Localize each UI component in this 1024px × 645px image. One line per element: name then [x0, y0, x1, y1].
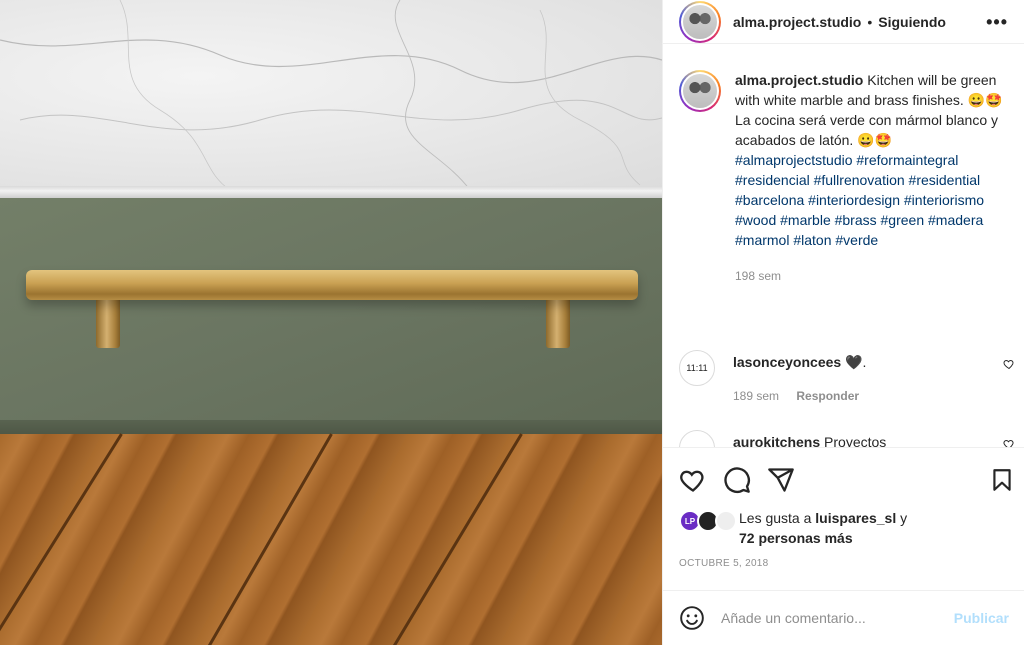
author-avatar[interactable] [679, 0, 721, 43]
action-bar [663, 447, 1024, 507]
comment-username[interactable]: lasonceyoncees [733, 354, 841, 370]
liker-username[interactable]: luispares_sl [815, 510, 896, 526]
commenter-avatar[interactable] [679, 430, 715, 447]
following-button[interactable]: Siguiendo [878, 14, 946, 30]
comment-username[interactable]: aurokitchens [733, 434, 820, 447]
caption-hashtags[interactable]: #almaprojectstudio #reformaintegral #res… [735, 150, 1005, 250]
caption-avatar[interactable] [679, 70, 721, 112]
post-date[interactable]: OCTUBRE 5, 2018 [679, 558, 769, 569]
likes-and: y [900, 510, 908, 526]
share-icon[interactable] [767, 466, 795, 494]
comment-like-icon[interactable] [1003, 358, 1015, 370]
comment-icon[interactable] [723, 466, 751, 494]
comment-text: 🖤. [845, 354, 867, 370]
comment-text: Proyectos [824, 434, 887, 447]
marble-edge [0, 186, 662, 198]
comment-like-icon[interactable] [1003, 438, 1015, 447]
add-comment-bar: Publicar [663, 590, 1024, 645]
handle-post-right [546, 296, 570, 348]
handle-post-left [96, 296, 120, 348]
post-details-pane: alma.project.studio • Siguiendo ••• alma… [662, 0, 1024, 645]
comment-time[interactable]: 189 sem [733, 389, 779, 403]
emoji-icon[interactable] [679, 605, 705, 631]
marble-surface [0, 0, 662, 190]
caption-username[interactable]: alma.project.studio [735, 72, 863, 88]
likes-summary: LP Les gusta a luispares_sl y 72 persona… [679, 508, 1015, 548]
liker-avatars[interactable]: LP [679, 510, 739, 534]
likes-prefix: Les gusta a [739, 510, 812, 526]
publish-button[interactable]: Publicar [954, 610, 1009, 626]
reply-button[interactable]: Responder [796, 389, 859, 403]
post-header: alma.project.studio • Siguiendo ••• [663, 0, 1024, 44]
caption-text-es: La cocina será verde con mármol blanco y… [735, 112, 999, 148]
separator-dot: • [867, 13, 873, 30]
comment-item: aurokitchens Proyectos [679, 430, 1015, 447]
bookmark-icon[interactable] [989, 466, 1015, 494]
post-photo[interactable] [0, 0, 662, 645]
brass-handle [26, 270, 638, 300]
comment-item: 11:11 lasonceyoncees 🖤. 189 sem Responde… [679, 350, 1015, 403]
comment-input[interactable] [721, 610, 954, 626]
post-caption: alma.project.studio Kitchen will be gree… [679, 70, 1015, 286]
caption-time[interactable]: 198 sem [735, 266, 1005, 286]
liker-avatar [715, 510, 737, 532]
likes-count[interactable]: 72 personas más [739, 530, 853, 546]
author-username[interactable]: alma.project.studio [733, 14, 861, 30]
more-options-icon[interactable]: ••• [986, 12, 1008, 33]
commenter-avatar[interactable]: 11:11 [679, 350, 715, 386]
heart-icon[interactable] [679, 466, 707, 494]
